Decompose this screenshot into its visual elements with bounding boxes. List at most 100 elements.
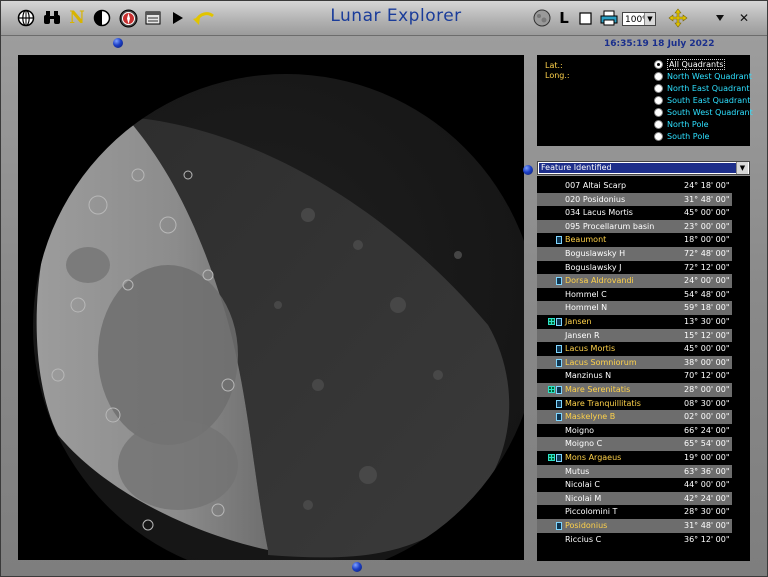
list-item[interactable]: 095 Procellarum basin 23° 00' 00" N [537, 219, 738, 234]
document-icon[interactable] [556, 277, 562, 286]
map-grid-icon[interactable] [548, 454, 555, 461]
coordinates-panel: Lat.: Long.: All Quadrants North West Qu… [537, 55, 753, 146]
list-item[interactable]: Mutus 63° 36' 00" S [537, 464, 737, 479]
zoom-select[interactable]: 100% ▼ [622, 12, 656, 26]
feature-dropdown[interactable]: Feature Identified ▼ [537, 161, 750, 175]
radio-south-east-quadrant[interactable]: South East Quadrant [654, 94, 750, 106]
feature-list-scrollbar[interactable] [732, 176, 749, 561]
list-item[interactable]: Maskelyne B 02° 00' 00" N [537, 410, 738, 424]
checkbox-icon[interactable] [577, 7, 593, 29]
top-slider-handle[interactable] [113, 38, 123, 48]
chevron-down-icon[interactable]: ▼ [736, 162, 748, 174]
datetime: 16:35:19 18 July 2022 [604, 39, 715, 49]
list-item[interactable]: Boguslawsky H 72° 48' 00" S [537, 247, 737, 261]
list-item[interactable]: Mare Serenitatis 28° 00' 00" N [537, 383, 738, 397]
list-item[interactable]: Riccius C 36° 12' 00" S [537, 533, 737, 547]
document-icon[interactable] [556, 318, 562, 326]
moon-phase-icon[interactable] [92, 7, 112, 29]
printer-icon[interactable] [599, 7, 619, 29]
document-icon[interactable] [556, 399, 562, 408]
document-icon[interactable] [556, 236, 562, 245]
feature-coordinate: 72° 12' 00" S [684, 262, 738, 272]
move-icon[interactable] [667, 7, 689, 29]
compass-icon[interactable] [117, 7, 139, 29]
feature-name: Piccolomini T [565, 507, 618, 517]
map-grid-icon[interactable] [548, 386, 555, 393]
north-icon[interactable]: N [67, 7, 87, 29]
document-icon[interactable] [556, 358, 562, 367]
calendar-icon[interactable] [143, 7, 163, 29]
side-slider-handle[interactable] [523, 165, 533, 175]
list-item[interactable]: 034 Lacus Mortis 45° 00' 00" N [537, 206, 738, 220]
feature-name: Boguslawsky J [565, 262, 622, 272]
list-item[interactable]: Lacus Mortis 45° 00' 00" N [537, 342, 738, 356]
feature-coordinate: 18° 00' 00" S [684, 235, 738, 245]
binoculars-icon[interactable] [41, 7, 63, 29]
radio-north-east-quadrant[interactable]: North East Quadrant [654, 82, 749, 94]
feature-coordinate: 31° 48' 00" N [684, 521, 739, 530]
feature-name: Lacus Somniorum [565, 357, 637, 367]
list-item[interactable]: Boguslawsky J 72° 12' 00" S [537, 261, 737, 275]
list-item[interactable]: Hommel C 54° 48' 00" S [537, 288, 737, 302]
radio-south-pole[interactable]: South Pole [654, 130, 709, 142]
radio-north-pole[interactable]: North Pole [654, 118, 709, 130]
list-item[interactable]: Lacus Somniorum 38° 00' 00" N [537, 355, 738, 370]
list-item[interactable]: Mons Argaeus 19° 00' 00" N [537, 451, 738, 465]
feature-name: Nicolai M [565, 493, 602, 503]
radio-north-west-quadrant[interactable]: North West Quadrant [654, 70, 752, 82]
list-item[interactable]: Nicolai M 42° 24' 00" S [537, 491, 737, 506]
feature-coordinate: 45° 00' 00" N [684, 344, 739, 354]
feature-coordinate: 23° 00' 00" N [684, 221, 739, 231]
full-moon-icon[interactable] [531, 7, 553, 29]
document-icon[interactable] [556, 454, 562, 462]
list-item[interactable]: Hommel N 59° 18' 00" S [537, 301, 737, 315]
list-item[interactable]: Jansen R 15° 12' 00" N [537, 328, 738, 343]
list-item[interactable]: Dorsa Aldrovandi 24° 00' 00" N [537, 274, 738, 288]
feature-name: Riccius C [565, 534, 602, 544]
layer-l-icon[interactable]: L [556, 7, 572, 29]
feature-coordinate: 59° 18' 00" S [684, 303, 738, 313]
document-icon[interactable] [556, 386, 562, 394]
document-icon[interactable] [556, 413, 562, 422]
feature-name: Mare Serenitatis [565, 385, 631, 394]
list-item[interactable]: Moigno C 65° 54' 00" N [537, 437, 738, 451]
radio-south-west-quadrant[interactable]: South West Quadrant [654, 106, 753, 118]
radio-icon [654, 119, 663, 129]
list-item[interactable]: Posidonius 31° 48' 00" N [537, 519, 738, 533]
feature-name: Jansen [565, 317, 592, 326]
list-item[interactable]: Beaumont 18° 00' 00" S [537, 233, 737, 247]
list-item[interactable]: Mare Tranquillitatis 08° 30' 00" N [537, 397, 738, 411]
close-icon[interactable]: ✕ [736, 7, 752, 29]
feature-name: Hommel N [565, 303, 608, 313]
list-item[interactable]: Piccolomini T 28° 30' 00" S [537, 505, 737, 519]
radio-icon [654, 71, 663, 81]
chevron-down-icon[interactable]: ▼ [644, 13, 655, 25]
list-item[interactable]: Nicolai C 44° 00' 00" S [537, 478, 737, 492]
bottom-slider-handle[interactable] [352, 562, 362, 572]
feature-coordinate: 65° 54' 00" N [684, 439, 739, 449]
play-icon[interactable] [169, 7, 187, 29]
radio-icon [654, 131, 663, 141]
document-icon[interactable] [556, 522, 562, 530]
list-item[interactable]: 020 Posidonius 31° 48' 00" N [537, 192, 738, 207]
feature-coordinate: 38° 00' 00" N [684, 357, 739, 367]
minimize-icon[interactable] [712, 7, 728, 29]
list-item[interactable]: Manzinus N 70° 12' 00" S [537, 369, 737, 383]
feature-coordinate: 02° 00' 00" N [684, 412, 739, 422]
list-item[interactable]: Moigno 66° 24' 00" N [537, 424, 738, 438]
moon-view[interactable] [18, 55, 524, 560]
radio-all-quadrants[interactable]: All Quadrants [654, 58, 726, 70]
list-item[interactable]: 007 Altai Scarp 24° 18' 00" S [537, 179, 737, 193]
feature-coordinate: 72° 48' 00" S [684, 249, 738, 258]
document-icon[interactable] [556, 345, 562, 354]
list-item[interactable]: Jansen 13° 30' 00" N [537, 315, 738, 329]
map-grid-icon[interactable] [548, 318, 555, 325]
globe-icon[interactable] [15, 7, 37, 29]
feature-coordinate: 42° 24' 00" S [684, 493, 738, 503]
feature-coordinate: 28° 30' 00" S [684, 507, 738, 517]
feature-coordinate: 24° 18' 00" S [684, 181, 738, 190]
radio-icon [654, 107, 663, 117]
app-title: Lunar Explorer [330, 6, 462, 26]
feature-name: Moigno [565, 425, 595, 435]
return-arrow-icon[interactable] [191, 7, 217, 29]
